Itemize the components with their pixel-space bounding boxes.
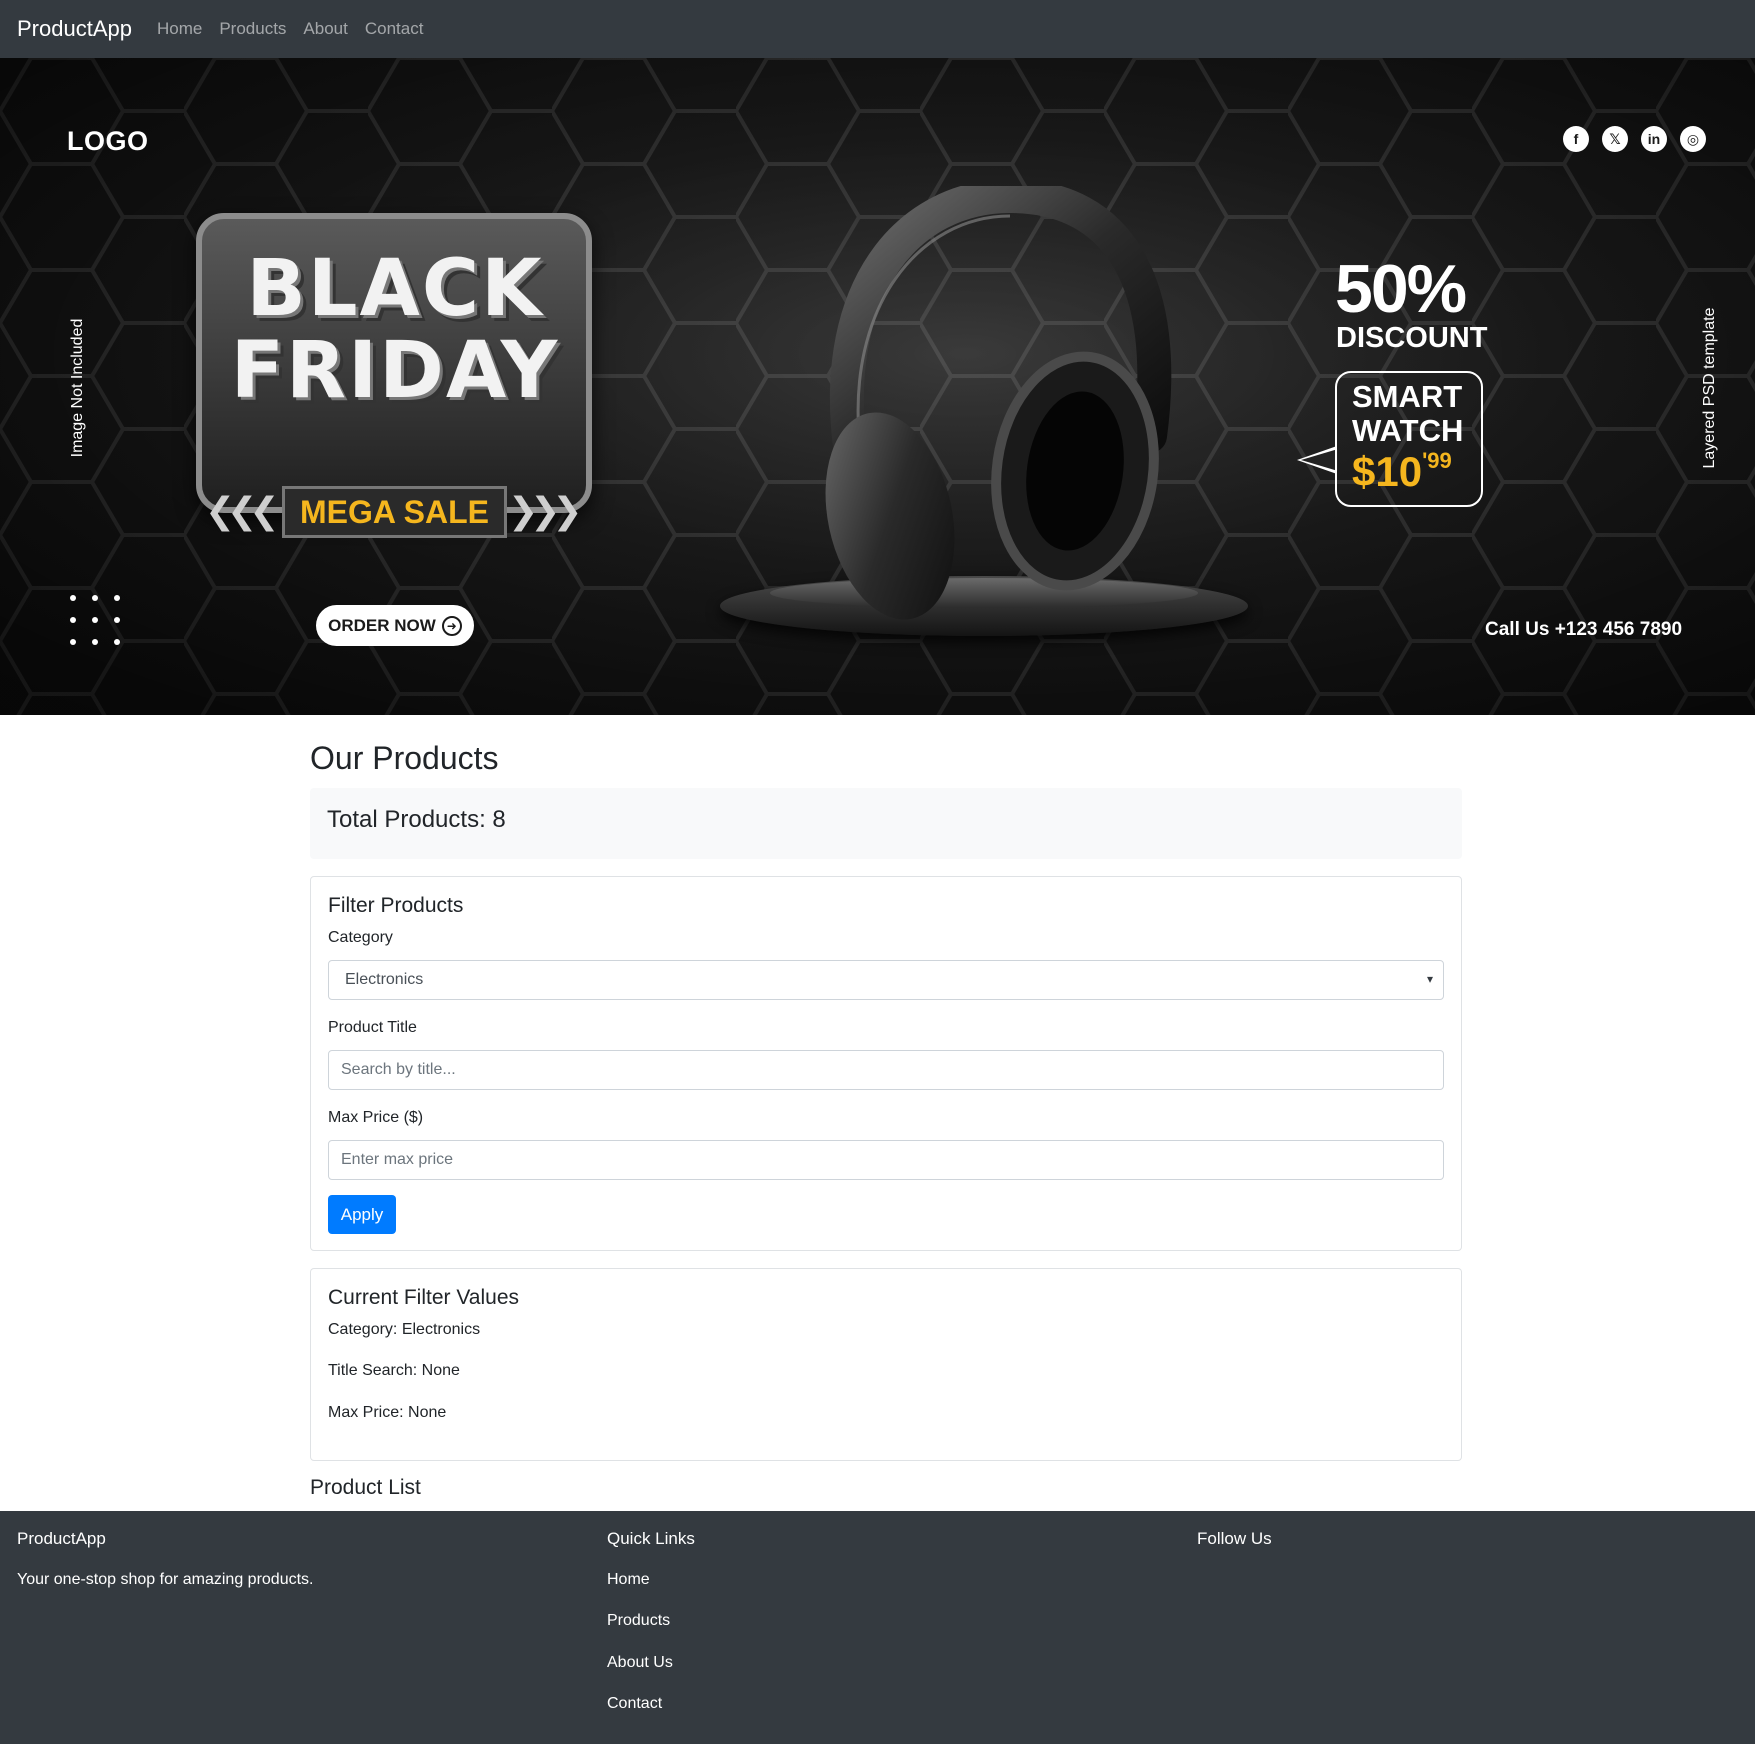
instagram-icon[interactable]: ◎ xyxy=(1680,126,1706,152)
site-footer: ProductApp Your one-stop shop for amazin… xyxy=(0,1511,1755,1744)
black-friday-headline: BLACK FRIDAY xyxy=(180,248,610,412)
footer-tagline: Your one-stop shop for amazing products. xyxy=(17,1571,314,1588)
product-name-line-1: SMART xyxy=(1352,379,1463,414)
arrow-right-icon: ➜ xyxy=(441,615,462,636)
dot-grid-decoration xyxy=(70,595,122,647)
promo-banner: LOGO f 𝕏 in ◎ Image Not Included Layered… xyxy=(0,58,1755,715)
page-title: Our Products xyxy=(310,740,499,776)
current-title-search: Title Search: None xyxy=(328,1362,460,1379)
discount-percentage: 50% xyxy=(1335,251,1467,327)
order-now-label: ORDER NOW xyxy=(328,615,436,635)
footer-brand: ProductApp xyxy=(17,1529,106,1548)
footer-link-products[interactable]: Products xyxy=(607,1612,670,1630)
category-select-value: Electronics xyxy=(345,971,424,988)
product-list-heading: Product List xyxy=(310,1476,421,1499)
current-filter-card: Current Filter Values Category: Electron… xyxy=(310,1268,1462,1461)
price-cents: '99 xyxy=(1422,448,1452,473)
follow-us-heading: Follow Us xyxy=(1197,1529,1272,1548)
x-twitter-icon[interactable]: 𝕏 xyxy=(1602,126,1628,152)
headphones-image xyxy=(825,186,1172,620)
headline-line-2: FRIDAY xyxy=(230,326,560,416)
nav-link-home[interactable]: Home xyxy=(157,19,202,39)
footer-link-contact[interactable]: Contact xyxy=(607,1695,662,1713)
nav-link-about[interactable]: About xyxy=(303,19,347,39)
discount-label: DISCOUNT xyxy=(1336,322,1488,354)
max-price-input[interactable] xyxy=(328,1140,1444,1180)
linkedin-icon[interactable]: in xyxy=(1641,126,1667,152)
mega-sale-tag: MEGA SALE xyxy=(282,486,507,538)
total-products-count: Total Products: 8 xyxy=(327,806,506,833)
chevrons-left-icon: ❮❮❮ xyxy=(205,490,279,531)
chevrons-right-icon: ❯❯❯ xyxy=(508,490,582,531)
apply-button[interactable]: Apply xyxy=(328,1195,396,1234)
category-select[interactable]: Electronics ▾ xyxy=(328,960,1444,1000)
headline-line-1: BLACK xyxy=(246,244,544,334)
current-filter-heading: Current Filter Values xyxy=(328,1286,520,1309)
order-now-button[interactable]: ORDER NOW ➜ xyxy=(316,605,474,646)
product-price: $10'99 xyxy=(1352,448,1452,496)
facebook-icon[interactable]: f xyxy=(1563,126,1589,152)
banner-logo: LOGO xyxy=(67,126,149,156)
phone-number: Call Us +123 456 7890 xyxy=(1485,619,1683,640)
product-name-line-2: WATCH xyxy=(1352,413,1464,448)
product-name: SMART WATCH xyxy=(1352,380,1463,448)
filter-heading: Filter Products xyxy=(328,894,464,917)
category-label: Category xyxy=(328,929,393,946)
filter-products-card: Filter Products Category Electronics ▾ P… xyxy=(310,876,1462,1251)
footer-link-about[interactable]: About Us xyxy=(607,1654,673,1672)
max-price-label: Max Price ($) xyxy=(328,1109,424,1126)
chevron-down-icon: ▾ xyxy=(1426,972,1433,986)
footer-link-home[interactable]: Home xyxy=(607,1571,650,1589)
price-main: $10 xyxy=(1352,448,1423,495)
product-title-label: Product Title xyxy=(328,1019,417,1036)
layered-psd-note: Layered PSD template xyxy=(1701,307,1718,469)
navbar-brand[interactable]: ProductApp xyxy=(17,16,132,42)
image-not-included-note: Image Not Included xyxy=(69,318,86,458)
current-max-price: Max Price: None xyxy=(328,1404,447,1421)
nav-link-contact[interactable]: Contact xyxy=(365,19,424,39)
product-title-input[interactable] xyxy=(328,1050,1444,1090)
current-category: Category: Electronics xyxy=(328,1321,481,1338)
top-navbar: ProductApp Home Products About Contact xyxy=(0,0,1755,58)
total-products-box: Total Products: 8 xyxy=(310,788,1462,859)
nav-link-products[interactable]: Products xyxy=(219,19,286,39)
quick-links-heading: Quick Links xyxy=(607,1529,695,1548)
